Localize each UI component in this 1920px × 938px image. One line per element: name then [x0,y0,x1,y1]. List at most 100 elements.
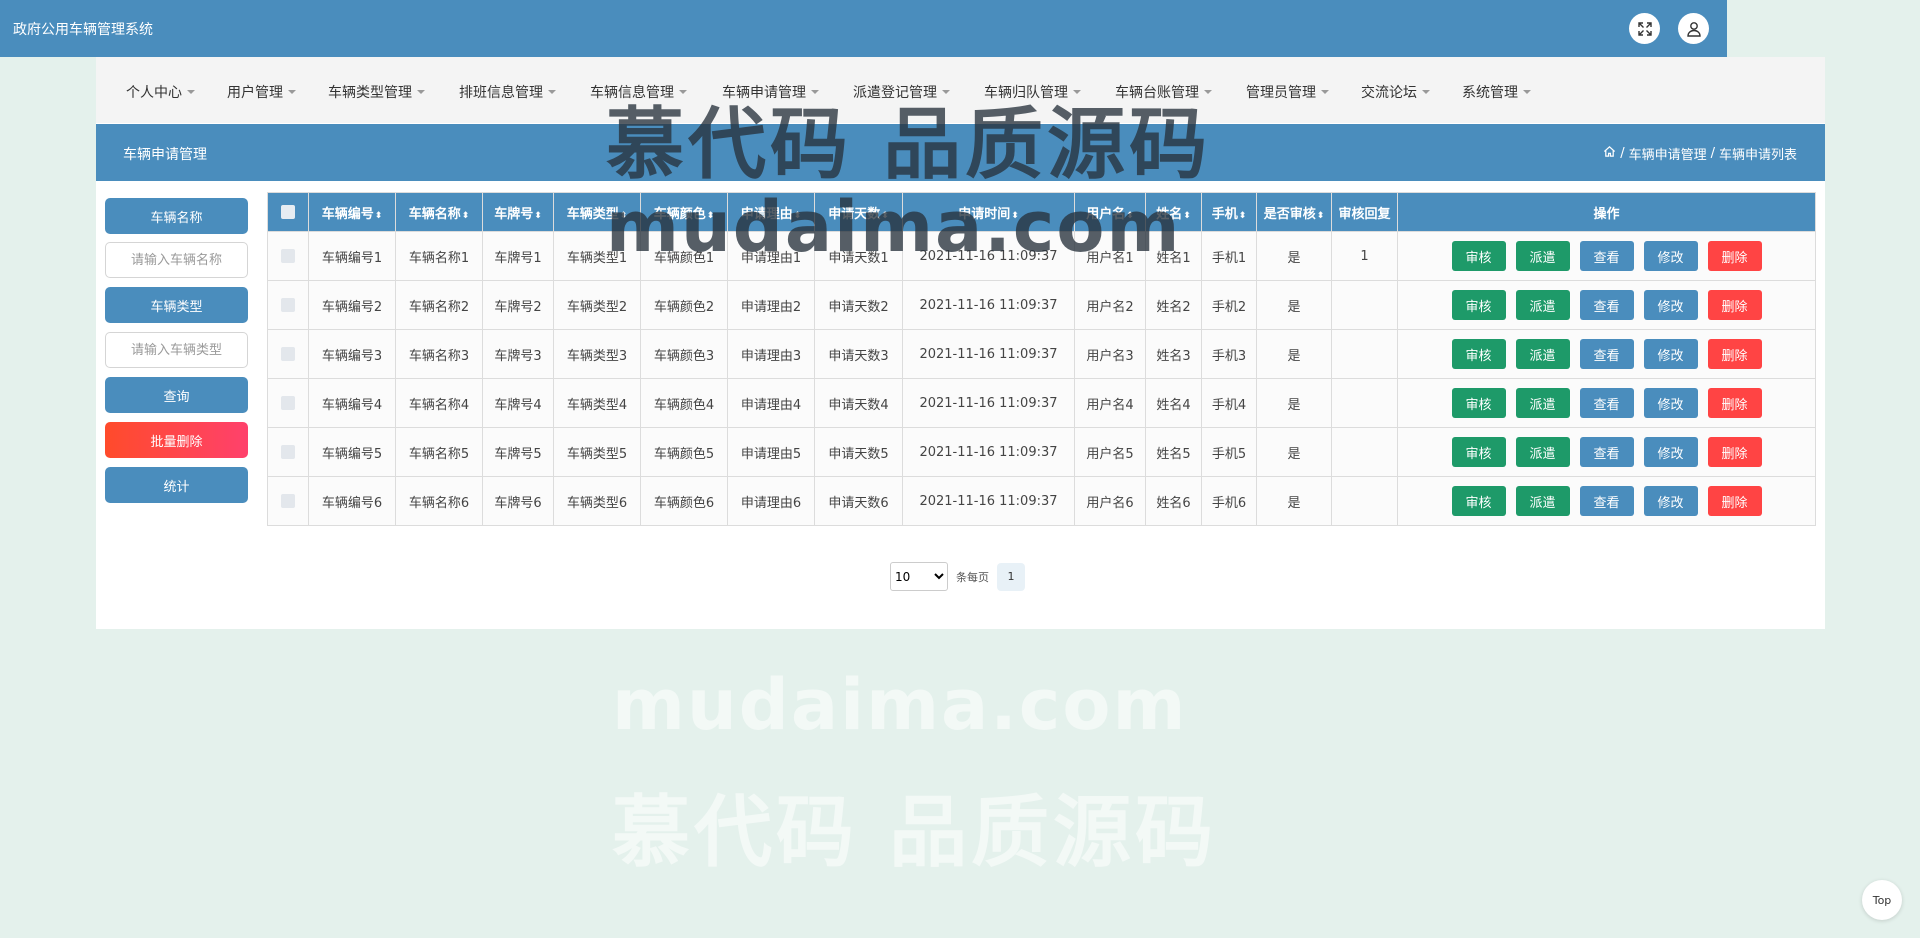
nav-item-label: 系统管理 [1462,85,1518,101]
cell-days: 申请天数5 [814,427,903,477]
delete-button[interactable]: 删除 [1707,486,1762,516]
breadcrumb-item-current: 车辆申请列表 [1718,148,1797,163]
caret-down-icon [548,90,556,94]
edit-button[interactable]: 修改 [1643,290,1698,320]
dispatch-button[interactable]: 派遣 [1515,241,1570,271]
query-button[interactable]: 查询 [105,377,248,413]
col-header-phone[interactable]: 手机⬍ [1201,192,1257,232]
audit-button[interactable]: 审核 [1451,437,1506,467]
caret-down-icon [942,90,950,94]
nav-item-1[interactable]: 用户管理 [227,82,296,102]
dispatch-button[interactable]: 派遣 [1515,486,1570,516]
nav-item-0[interactable]: 个人中心 [126,82,195,102]
cell-name: 车辆名称1 [395,231,483,281]
audit-button[interactable]: 审核 [1451,290,1506,320]
col-header-username[interactable]: 用户名⬍ [1074,192,1146,232]
view-button[interactable]: 查看 [1579,437,1634,467]
dispatch-button[interactable]: 派遣 [1515,388,1570,418]
dispatch-button[interactable]: 派遣 [1515,437,1570,467]
table-row: 车辆编号6 车辆名称6 车牌号6 车辆类型6 车辆颜色6 申请理由6 申请天数6 2021-1… [267,476,1816,526]
nav-item-label: 车辆归队管理 [984,85,1068,101]
view-button[interactable]: 查看 [1579,290,1634,320]
col-header-actions: 操作 [1397,192,1816,232]
nav-item-label: 交流论坛 [1361,85,1417,101]
edit-button[interactable]: 修改 [1643,437,1698,467]
caret-down-icon [1073,90,1081,94]
row-checkbox[interactable] [267,427,309,477]
cell-no: 车辆编号6 [308,476,396,526]
col-header-vehicle-color[interactable]: 车辆颜色⬍ [640,192,728,232]
cell-time: 2021-11-16 11:09:37 [902,378,1075,428]
cell-user: 用户名1 [1074,231,1146,281]
row-checkbox[interactable] [267,378,309,428]
nav-item-8[interactable]: 车辆台账管理 [1115,82,1212,102]
cell-reply [1331,476,1398,526]
nav-item-2[interactable]: 车辆类型管理 [328,82,425,102]
page-number-current[interactable]: 1 [997,562,1025,591]
view-button[interactable]: 查看 [1579,339,1634,369]
col-header-plate[interactable]: 车牌号⬍ [482,192,554,232]
nav-item-9[interactable]: 管理员管理 [1246,82,1329,102]
col-header-vehicle-name[interactable]: 车辆名称⬍ [395,192,483,232]
col-header-audited[interactable]: 是否审核⬍ [1256,192,1332,232]
cell-days: 申请天数4 [814,378,903,428]
col-header-reason[interactable]: 申请理由⬍ [727,192,815,232]
delete-button[interactable]: 删除 [1707,437,1762,467]
user-icon[interactable] [1678,13,1709,44]
page-size-select[interactable]: 102050100 [890,562,948,591]
audit-button[interactable]: 审核 [1451,388,1506,418]
row-checkbox[interactable] [267,280,309,330]
row-checkbox[interactable] [267,476,309,526]
vehicle-type-input[interactable] [105,332,248,368]
nav-item-label: 派遣登记管理 [853,85,937,101]
main-nav: 个人中心 用户管理 车辆类型管理 排班信息管理 车辆信息管理 车辆申请管理 派遣登记管理 车辆… [96,57,1825,123]
edit-button[interactable]: 修改 [1643,241,1698,271]
edit-button[interactable]: 修改 [1643,388,1698,418]
view-button[interactable]: 查看 [1579,388,1634,418]
row-checkbox[interactable] [267,329,309,379]
application-table: 车辆编号⬍ 车辆名称⬍ 车牌号⬍ 车辆类型⬍ 车辆颜色⬍ 申请理由⬍ 申请天数⬍… [267,192,1816,526]
view-button[interactable]: 查看 [1579,486,1634,516]
home-icon[interactable] [1603,145,1616,162]
nav-item-7[interactable]: 车辆归队管理 [984,82,1081,102]
cell-days: 申请天数1 [814,231,903,281]
delete-button[interactable]: 删除 [1707,290,1762,320]
row-checkbox[interactable] [267,231,309,281]
nav-item-5[interactable]: 车辆申请管理 [722,82,819,102]
back-to-top-button[interactable]: Top [1862,880,1902,920]
delete-button[interactable]: 删除 [1707,339,1762,369]
col-header-vehicle-type[interactable]: 车辆类型⬍ [553,192,641,232]
nav-item-label: 排班信息管理 [459,85,543,101]
nav-item-3[interactable]: 排班信息管理 [459,82,556,102]
vehicle-name-input[interactable] [105,242,248,278]
audit-button[interactable]: 审核 [1451,486,1506,516]
batch-delete-button[interactable]: 批量删除 [105,422,248,458]
stats-button[interactable]: 统计 [105,467,248,503]
nav-item-11[interactable]: 系统管理 [1462,82,1531,102]
delete-button[interactable]: 删除 [1707,241,1762,271]
nav-item-4[interactable]: 车辆信息管理 [590,82,687,102]
view-button[interactable]: 查看 [1579,241,1634,271]
col-header-days[interactable]: 申请天数⬍ [814,192,903,232]
col-header-time[interactable]: 申请时间⬍ [902,192,1075,232]
cell-color: 车辆颜色3 [640,329,728,379]
edit-button[interactable]: 修改 [1643,339,1698,369]
cell-realname: 姓名3 [1145,329,1202,379]
audit-button[interactable]: 审核 [1451,339,1506,369]
cell-plate: 车牌号3 [482,329,554,379]
cell-plate: 车牌号6 [482,476,554,526]
nav-item-6[interactable]: 派遣登记管理 [853,82,950,102]
nav-item-10[interactable]: 交流论坛 [1361,82,1430,102]
nav-item-label: 车辆类型管理 [328,85,412,101]
dispatch-button[interactable]: 派遣 [1515,339,1570,369]
delete-button[interactable]: 删除 [1707,388,1762,418]
dispatch-button[interactable]: 派遣 [1515,290,1570,320]
expand-icon[interactable] [1629,13,1660,44]
audit-button[interactable]: 审核 [1451,241,1506,271]
edit-button[interactable]: 修改 [1643,486,1698,516]
cell-name: 车辆名称4 [395,378,483,428]
col-header-realname[interactable]: 姓名⬍ [1145,192,1202,232]
col-header-vehicle-no[interactable]: 车辆编号⬍ [308,192,396,232]
select-all-checkbox[interactable] [267,192,309,232]
breadcrumb-item-module[interactable]: 车辆申请管理 [1629,144,1707,163]
